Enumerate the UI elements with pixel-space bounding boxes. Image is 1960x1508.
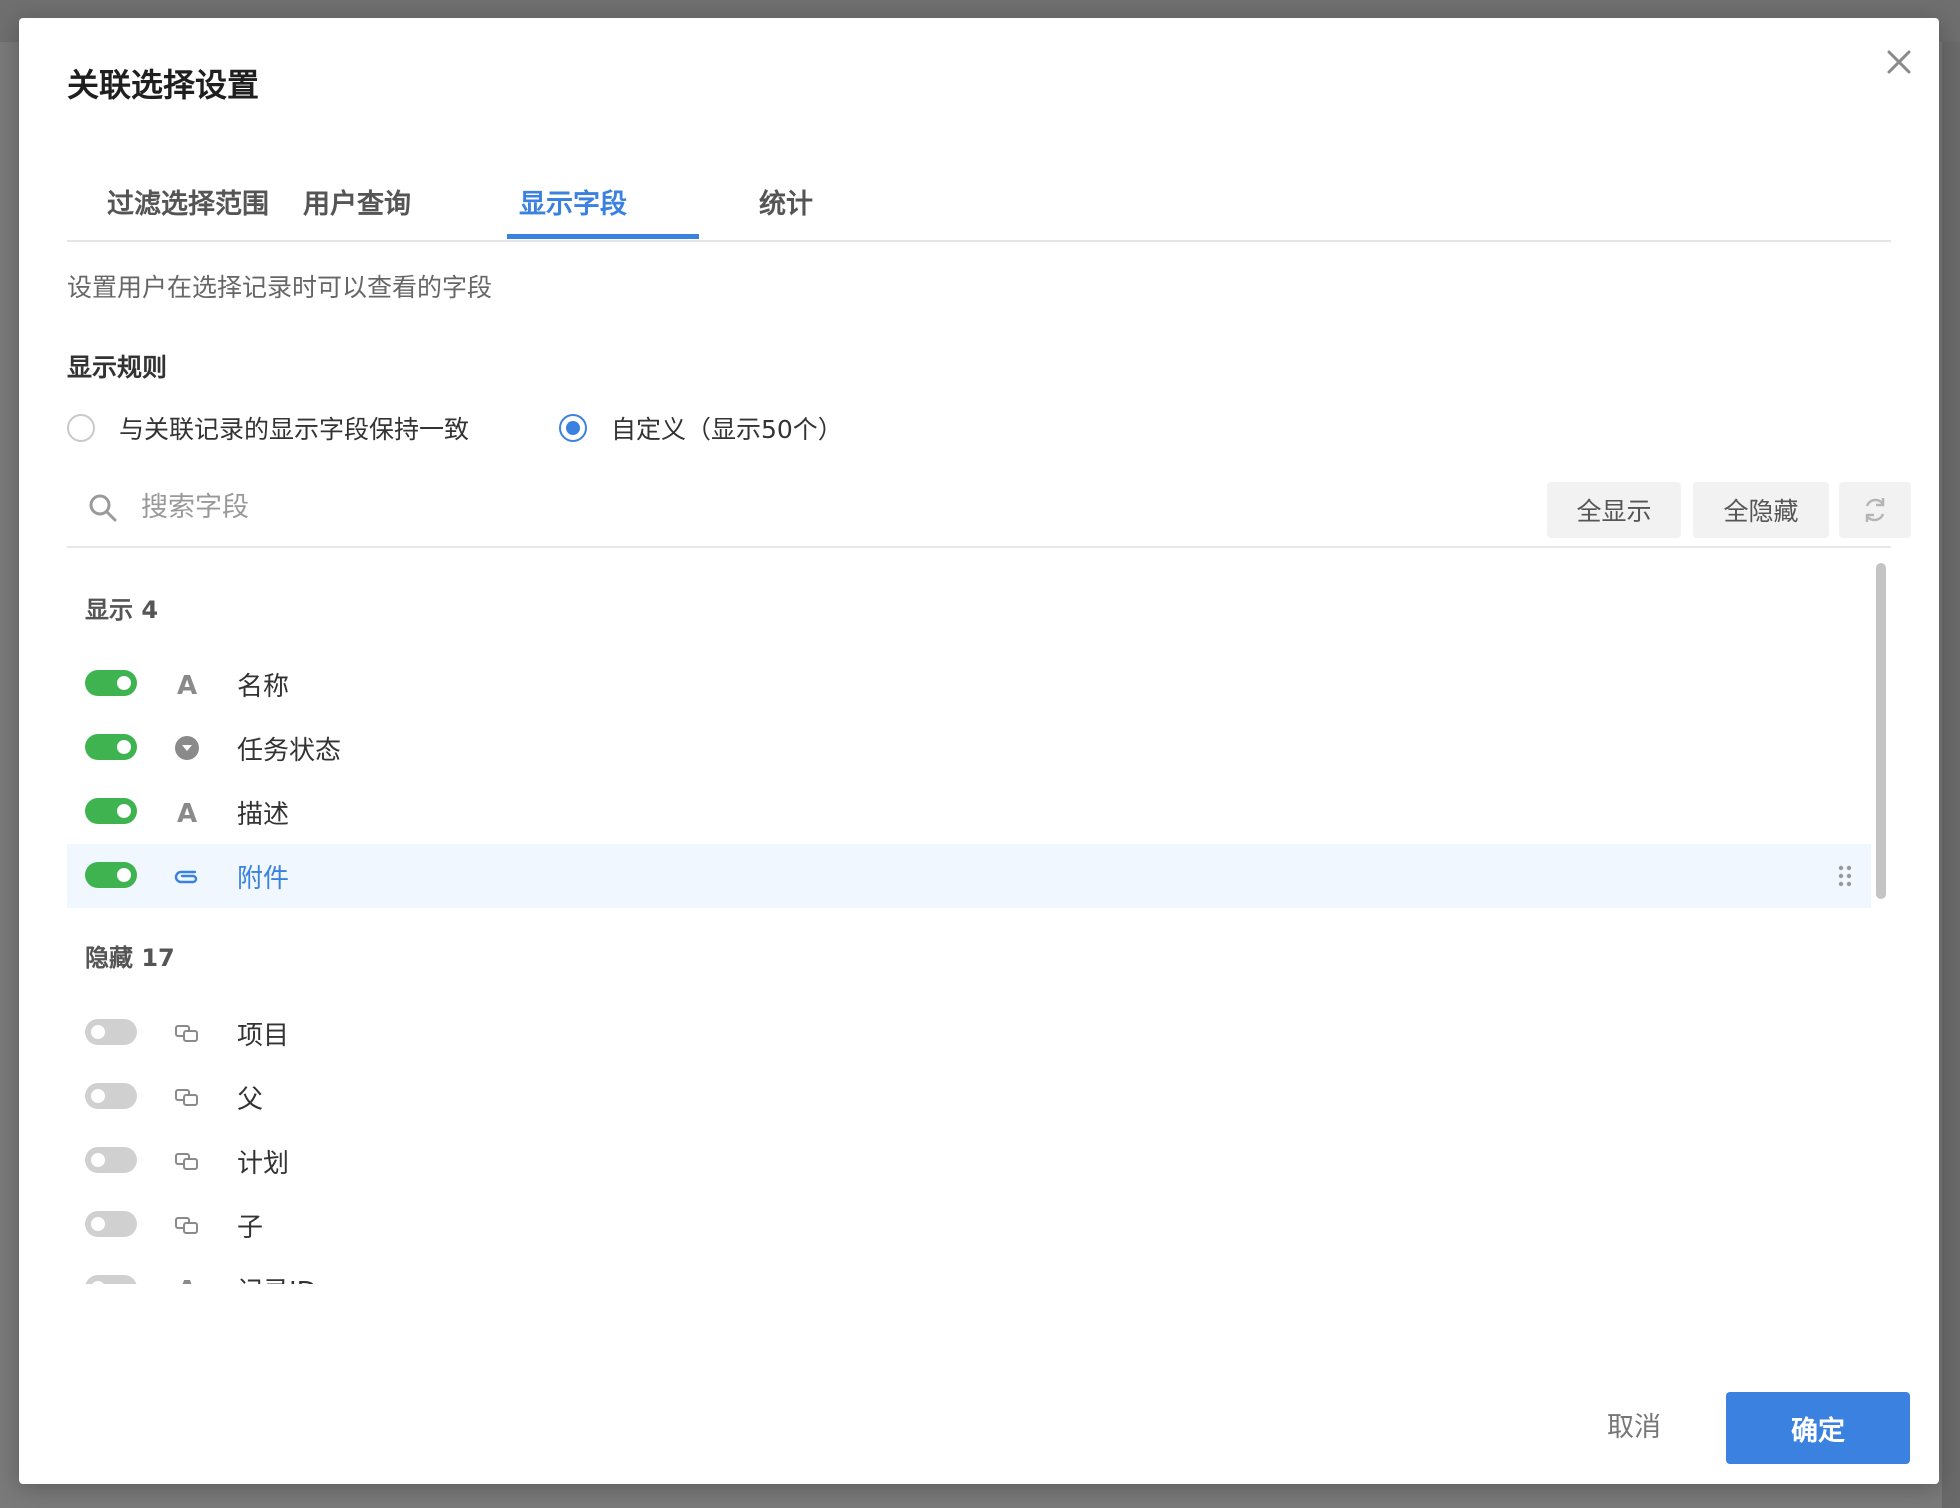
- field-name: 计划: [237, 1149, 290, 1179]
- select-type-icon: [175, 736, 199, 760]
- toggle-knob: [91, 1025, 105, 1039]
- radio-label: 与关联记录的显示字段保持一致: [119, 415, 470, 444]
- toggle-knob: [117, 740, 131, 754]
- field-visibility-toggle[interactable]: [85, 1147, 137, 1173]
- close-button[interactable]: [1879, 42, 1919, 82]
- show-all-button[interactable]: 全显示: [1547, 482, 1681, 538]
- confirm-button[interactable]: 确定: [1726, 1392, 1910, 1464]
- radio-circle-checked: [559, 414, 587, 442]
- field-visibility-toggle[interactable]: [85, 734, 137, 760]
- list-item[interactable]: 任务状态: [67, 716, 1871, 780]
- list-item[interactable]: 计划: [67, 1129, 1871, 1193]
- radio-label: 自定义（显示50个）: [611, 415, 843, 444]
- field-visibility-toggle[interactable]: [85, 670, 137, 696]
- search-icon: [89, 494, 117, 522]
- relation-icon: [175, 1089, 198, 1106]
- field-name: 任务状态: [237, 736, 342, 766]
- field-name: 父: [237, 1085, 264, 1115]
- field-name: 项目: [237, 1021, 290, 1051]
- list-item[interactable]: 父: [67, 1065, 1871, 1129]
- toggle-knob: [117, 676, 131, 690]
- toggle-knob: [91, 1153, 105, 1167]
- field-name: 记录ID: [237, 1271, 317, 1284]
- refresh-icon: [1865, 498, 1885, 522]
- list-item[interactable]: A 描述: [67, 780, 1871, 844]
- field-name: 描述: [237, 800, 290, 830]
- reset-button[interactable]: [1839, 482, 1911, 538]
- tab-filter-range[interactable]: 过滤选择范围: [107, 182, 269, 221]
- dialog-title: 关联选择设置: [67, 66, 260, 104]
- cancel-button[interactable]: 取消: [1559, 1388, 1709, 1460]
- svg-text:A: A: [177, 671, 197, 698]
- svg-text:A: A: [177, 1276, 197, 1284]
- text-type-icon: A: [177, 1276, 197, 1284]
- relation-icon: [175, 1153, 198, 1170]
- field-visibility-toggle[interactable]: [85, 1019, 137, 1045]
- relation-icon: [175, 1025, 198, 1042]
- field-visibility-toggle[interactable]: [85, 798, 137, 824]
- field-name: 附件: [237, 864, 290, 894]
- list-item-highlighted[interactable]: 附件: [67, 844, 1871, 908]
- radio-keep-consistent[interactable]: 与关联记录的显示字段保持一致: [67, 408, 469, 448]
- list-item-partial[interactable]: A 记录ID: [67, 1257, 1871, 1284]
- field-search-bar: 全显示 全隐藏: [67, 478, 1911, 548]
- attachment-icon: [174, 870, 198, 884]
- search-input[interactable]: [139, 484, 1143, 530]
- tab-statistics[interactable]: 统计: [759, 182, 813, 221]
- drag-handle-icon[interactable]: [1837, 864, 1853, 888]
- field-visibility-toggle[interactable]: [85, 1275, 137, 1284]
- hide-all-button[interactable]: 全隐藏: [1693, 482, 1829, 538]
- display-rule-label: 显示规则: [67, 353, 168, 382]
- relation-select-settings-dialog: 关联选择设置 过滤选择范围 用户查询 显示字段 统计 设置用户在选择记录时可以查…: [19, 18, 1939, 1484]
- close-icon: [1887, 50, 1911, 74]
- radio-circle: [67, 414, 95, 442]
- tab-bar: 过滤选择范围 用户查询 显示字段 统计: [67, 158, 1891, 242]
- tab-user-query[interactable]: 用户查询: [303, 182, 411, 221]
- field-visibility-toggle[interactable]: [85, 862, 137, 888]
- list-item[interactable]: A 名称: [67, 652, 1871, 716]
- radio-custom[interactable]: 自定义（显示50个）: [559, 408, 843, 448]
- toggle-knob: [91, 1217, 105, 1231]
- svg-text:A: A: [177, 799, 197, 826]
- toggle-knob: [117, 804, 131, 818]
- list-item[interactable]: 项目: [67, 1001, 1871, 1065]
- field-name: 子: [237, 1213, 264, 1243]
- field-visibility-toggle[interactable]: [85, 1083, 137, 1109]
- toggle-knob: [91, 1089, 105, 1103]
- background-right-panel: [1942, 42, 1960, 1508]
- relation-icon: [175, 1217, 198, 1234]
- text-type-icon: A: [177, 799, 197, 826]
- toggle-knob: [117, 868, 131, 882]
- tab-display-fields[interactable]: 显示字段: [519, 182, 627, 221]
- list-scrollbar[interactable]: [1876, 563, 1886, 899]
- field-list: 显示 4 A 名称 任务状态 A 描述 附件 隐藏 17 项目 父 计划 子 A: [67, 558, 1891, 1284]
- text-type-icon: A: [177, 671, 197, 698]
- hidden-group-title: 隐藏 17: [85, 944, 175, 972]
- shown-group-title: 显示 4: [85, 596, 159, 624]
- field-visibility-toggle[interactable]: [85, 1211, 137, 1237]
- tab-description: 设置用户在选择记录时可以查看的字段: [67, 273, 493, 302]
- field-name: 名称: [237, 672, 290, 702]
- list-item[interactable]: 子: [67, 1193, 1871, 1257]
- active-tab-indicator: [507, 234, 699, 239]
